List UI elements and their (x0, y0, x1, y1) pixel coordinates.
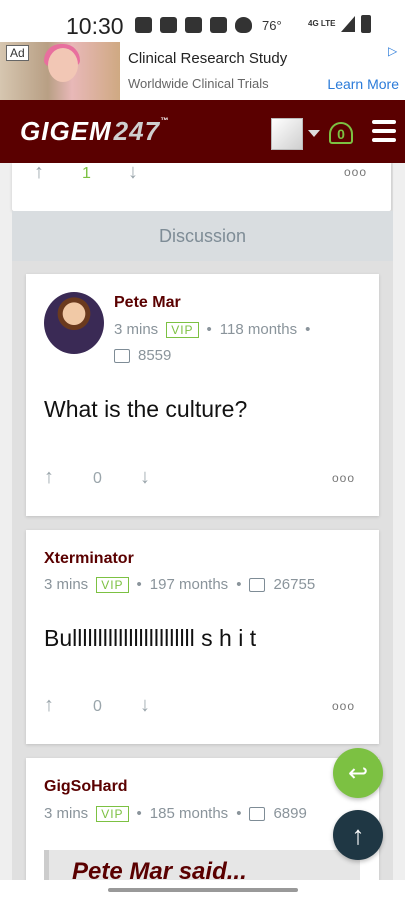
more-options-icon[interactable]: ooo (332, 471, 355, 485)
facebook-icon (185, 17, 202, 33)
discussion-header: Discussion (12, 211, 393, 261)
radio-icon (160, 17, 177, 33)
post-card-previous: ↑ 1 ↓ ooo (12, 161, 391, 211)
post-body: Bullllllllllllllllllllllll s h i t (44, 625, 257, 651)
network-type: 4G LTE (308, 19, 336, 28)
ad-badge: Ad (6, 45, 29, 61)
comment-icon (249, 806, 266, 821)
post-meta: 3 mins VIP • 185 months • 6899 (44, 805, 307, 822)
downvote-arrow-icon[interactable]: ↓ (140, 466, 150, 489)
notification-count: 0 (337, 126, 345, 142)
system-indicators: 4G LTE (308, 15, 372, 33)
battery-icon (361, 15, 372, 33)
more-options-icon[interactable]: ooo (332, 699, 355, 713)
post-time: 3 mins (44, 576, 89, 593)
upvote-arrow-icon[interactable]: ↑ (34, 161, 44, 184)
post-time: 3 mins (114, 321, 159, 338)
downvote-arrow-icon[interactable]: ↓ (140, 694, 150, 717)
post-meta: 3 mins VIP • 118 months • (114, 321, 311, 338)
chevron-down-icon[interactable] (308, 130, 320, 137)
comment-count: 26755 (273, 576, 316, 593)
status-bar: 10:30 76° 4G LTE (0, 0, 405, 42)
member-tenure: 185 months (149, 805, 229, 822)
comment-count: 8559 (138, 347, 172, 364)
arrow-up-icon: ↑ (351, 819, 365, 850)
post-author[interactable]: GigSoHard (44, 778, 128, 796)
comment-icon (249, 577, 266, 592)
ad-banner[interactable]: Ad Clinical Research Study Worldwide Cli… (0, 42, 405, 100)
vip-badge: VIP (96, 805, 129, 822)
post-comment-stat: 8559 (114, 347, 171, 364)
notification-icons: 76° (135, 17, 282, 33)
upvote-arrow-icon[interactable]: ↑ (44, 466, 54, 489)
ad-learn-more-link[interactable]: Learn More (327, 76, 399, 92)
upvote-arrow-icon[interactable]: ↑ (44, 694, 54, 717)
avatar[interactable] (44, 292, 104, 354)
site-header: GIGEM247™ 0 (0, 100, 405, 163)
post-author[interactable]: Xterminator (44, 550, 134, 568)
home-gesture-handle[interactable] (108, 888, 298, 892)
downvote-arrow-icon[interactable]: ↓ (128, 161, 138, 184)
comment-icon (114, 348, 130, 363)
ad-title[interactable]: Clinical Research Study (128, 50, 287, 67)
adchoices-icon[interactable]: ▷ (388, 44, 402, 58)
hamburger-menu-icon[interactable] (372, 120, 396, 142)
clock: 10:30 (66, 13, 124, 39)
game-icon (135, 17, 152, 33)
post-body: What is the culture? (44, 396, 248, 422)
heart-icon (235, 17, 252, 33)
vote-count: 0 (93, 470, 102, 487)
reply-button[interactable]: ↩ (333, 748, 383, 798)
user-avatar[interactable] (271, 118, 303, 150)
ad-subtitle: Worldwide Clinical Trials (128, 76, 269, 91)
more-options-icon[interactable]: ooo (344, 165, 367, 179)
vote-count: 1 (82, 165, 91, 182)
post-time: 3 mins (44, 805, 89, 822)
vote-count: 0 (93, 698, 102, 715)
member-tenure: 197 months (149, 576, 229, 593)
discussion-label: Discussion (158, 225, 247, 246)
vip-badge: VIP (166, 321, 199, 338)
post-meta: 3 mins VIP • 197 months • 26755 (44, 576, 316, 593)
image-icon (210, 17, 227, 33)
member-tenure: 118 months (219, 321, 298, 338)
post-author[interactable]: Pete Mar (114, 294, 181, 312)
scroll-to-top-button[interactable]: ↑ (333, 810, 383, 860)
temperature: 76° (262, 17, 282, 33)
signal-icon (341, 16, 356, 32)
notifications-bell-icon[interactable]: 0 (327, 118, 355, 148)
comment-count: 6899 (273, 805, 307, 822)
reply-arrow-icon: ↩ (347, 759, 369, 787)
site-logo[interactable]: GIGEM247™ (20, 116, 169, 147)
vip-badge: VIP (96, 576, 129, 593)
